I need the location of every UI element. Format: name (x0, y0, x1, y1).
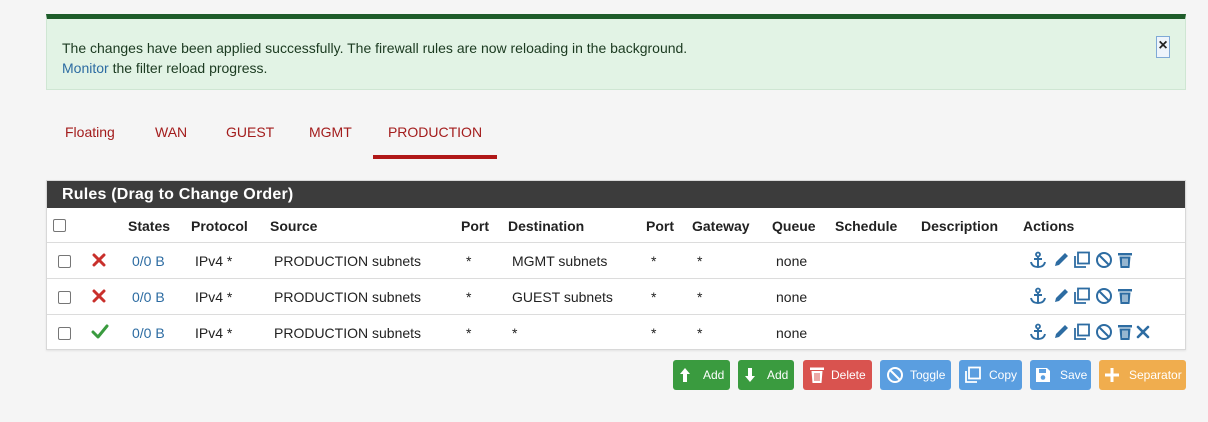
header-source: Source (270, 218, 318, 234)
anchor-icon[interactable] (1029, 287, 1047, 305)
add-top-label: Add (703, 368, 725, 382)
delete-label: Delete (831, 368, 866, 382)
gateway-cell: * (697, 325, 703, 341)
trash-icon (810, 367, 824, 383)
pencil-icon[interactable] (1052, 287, 1070, 305)
block-icon[interactable] (92, 253, 106, 267)
copy-icon[interactable] (1073, 323, 1091, 341)
source-cell: PRODUCTION subnets (274, 289, 422, 305)
pencil-icon[interactable] (1052, 251, 1070, 269)
copy-label: Copy (989, 368, 1018, 382)
destination-port-cell: * (651, 325, 657, 341)
table-row[interactable]: 0/0 B IPv4 * PRODUCTION subnets * MGMT s… (47, 242, 1185, 279)
gateway-cell: * (697, 289, 703, 305)
floppy-save-icon (1036, 368, 1050, 382)
add-bottom-label: Add (767, 368, 789, 382)
source-port-cell: * (466, 325, 472, 341)
delete-x-icon[interactable] (1135, 323, 1151, 341)
disable-icon[interactable] (1095, 287, 1113, 305)
table-row[interactable]: 0/0 B IPv4 * PRODUCTION subnets * GUEST … (47, 278, 1185, 315)
header-destination-port: Port (646, 218, 674, 234)
trash-icon[interactable] (1116, 323, 1134, 341)
header-source-port: Port (461, 218, 489, 234)
tab-mgmt[interactable]: MGMT (309, 110, 352, 155)
source-port-cell: * (466, 289, 472, 305)
copy-icon[interactable] (1073, 287, 1091, 305)
tab-guest[interactable]: GUEST (226, 110, 274, 155)
header-description: Description (921, 218, 999, 234)
row-checkbox[interactable] (58, 255, 71, 268)
select-all-checkbox[interactable] (53, 219, 66, 232)
tab-floating[interactable]: Floating (65, 110, 115, 155)
toggle-button[interactable]: Toggle (880, 360, 951, 390)
states-link[interactable]: 0/0 B (132, 253, 165, 269)
header-queue: Queue (772, 218, 816, 234)
copy-button[interactable]: Copy (959, 360, 1022, 390)
source-cell: PRODUCTION subnets (274, 325, 422, 341)
header-gateway: Gateway (692, 218, 750, 234)
anchor-icon[interactable] (1029, 251, 1047, 269)
disable-icon (887, 367, 903, 383)
row-checkbox[interactable] (58, 291, 71, 304)
rules-panel: Rules (Drag to Change Order) States Prot… (46, 180, 1186, 350)
destination-cell: MGMT subnets (512, 253, 608, 269)
row-checkbox[interactable] (58, 327, 71, 340)
panel-title: Rules (Drag to Change Order) (47, 181, 1185, 208)
protocol-cell: IPv4 * (195, 253, 233, 269)
copy-icon (965, 366, 981, 383)
disable-icon[interactable] (1095, 323, 1113, 341)
save-button[interactable]: Save (1030, 360, 1091, 390)
monitor-link[interactable]: Monitor (62, 60, 109, 76)
queue-cell: none (776, 289, 808, 305)
interface-tabs: Floating WAN GUEST MGMT PRODUCTION (46, 110, 646, 160)
separator-button[interactable]: Separator (1099, 360, 1186, 390)
states-link[interactable]: 0/0 B (132, 289, 165, 305)
success-alert: The changes have been applied successful… (46, 14, 1186, 90)
destination-cell: * (512, 325, 518, 341)
tab-wan[interactable]: WAN (155, 110, 187, 155)
header-schedule: Schedule (835, 218, 898, 234)
queue-cell: none (776, 325, 808, 341)
alert-message: The changes have been applied successful… (62, 40, 688, 56)
copy-icon[interactable] (1073, 251, 1091, 269)
protocol-cell: IPv4 * (195, 325, 233, 341)
states-link[interactable]: 0/0 B (132, 325, 165, 341)
table-row[interactable]: 0/0 B IPv4 * PRODUCTION subnets * * * * … (47, 314, 1185, 351)
pencil-icon[interactable] (1052, 323, 1070, 341)
close-alert-button[interactable]: × (1156, 36, 1170, 58)
gateway-cell: * (697, 253, 703, 269)
destination-port-cell: * (651, 253, 657, 269)
alert-message-line2: Monitor the filter reload progress. (62, 60, 267, 76)
disable-icon[interactable] (1095, 251, 1113, 269)
pass-check-icon[interactable] (91, 324, 109, 340)
separator-label: Separator (1129, 368, 1182, 382)
block-icon[interactable] (92, 289, 106, 303)
arrow-up-icon (680, 368, 690, 382)
queue-cell: none (776, 253, 808, 269)
header-states: States (128, 218, 171, 234)
header-protocol: Protocol (191, 218, 248, 234)
save-label: Save (1060, 368, 1088, 382)
source-cell: PRODUCTION subnets (274, 253, 422, 269)
protocol-cell: IPv4 * (195, 289, 233, 305)
add-bottom-button[interactable]: Add (738, 360, 794, 390)
trash-icon[interactable] (1116, 287, 1134, 305)
anchor-icon[interactable] (1029, 323, 1047, 341)
arrow-down-icon (745, 368, 755, 382)
add-top-button[interactable]: Add (673, 360, 730, 390)
alert-message-rest: the filter reload progress. (108, 60, 268, 76)
header-actions: Actions (1023, 218, 1075, 234)
destination-port-cell: * (651, 289, 657, 305)
tab-production[interactable]: PRODUCTION (373, 110, 497, 159)
destination-cell: GUEST subnets (512, 289, 613, 305)
header-destination: Destination (508, 218, 585, 234)
toggle-label: Toggle (910, 368, 946, 382)
delete-button[interactable]: Delete (803, 360, 872, 390)
source-port-cell: * (466, 253, 472, 269)
plus-icon (1105, 368, 1119, 382)
trash-icon[interactable] (1116, 251, 1134, 269)
